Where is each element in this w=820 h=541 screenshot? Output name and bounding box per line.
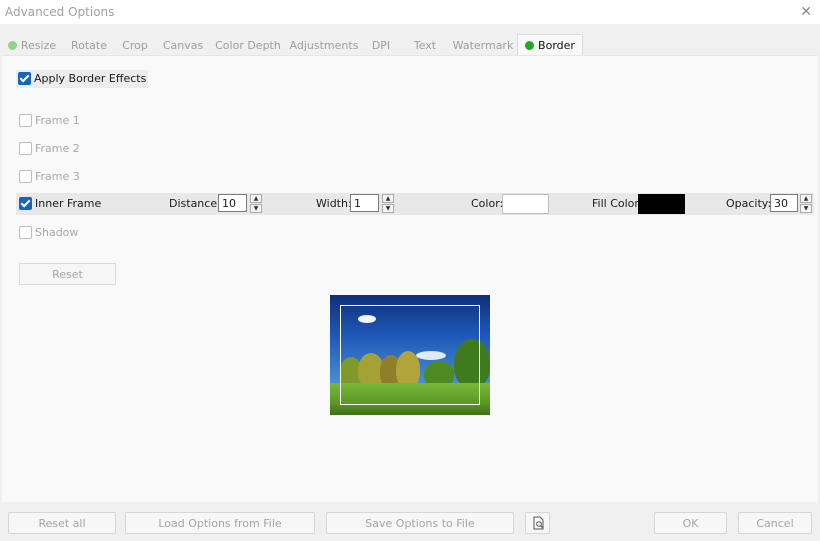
color-swatch[interactable]	[502, 194, 549, 214]
spin-up-icon[interactable]: ▲	[250, 194, 262, 203]
tab-label: DPI	[371, 39, 391, 52]
frame1-checkbox[interactable]: Frame 1	[19, 112, 80, 130]
frame2-checkbox[interactable]: Frame 2	[19, 140, 80, 158]
width-label: Width:	[316, 197, 352, 210]
inner-frame-outline	[340, 305, 480, 405]
save-options-button[interactable]: Save Options to File	[326, 512, 514, 534]
document-search-icon	[533, 516, 544, 530]
fill-color-label: Fill Color:	[592, 197, 643, 210]
tab-label: Border	[538, 39, 575, 52]
frame3-label: Frame 3	[35, 170, 80, 183]
checkbox-unchecked-icon[interactable]	[19, 170, 32, 183]
title-bar: Advanced Options ✕	[0, 0, 820, 24]
opacity-input[interactable]: 30	[770, 194, 798, 212]
spin-down-icon[interactable]: ▼	[800, 204, 812, 213]
checkbox-unchecked-icon[interactable]	[19, 114, 32, 127]
spin-down-icon[interactable]: ▼	[250, 204, 262, 213]
tab-canvas[interactable]: Canvas	[157, 35, 209, 55]
frame1-label: Frame 1	[35, 114, 80, 127]
border-preview-image	[330, 295, 490, 415]
tab-label: Resize	[20, 39, 57, 52]
frame2-label: Frame 2	[35, 142, 80, 155]
inner-frame-row: Inner Frame Distance: 10 ▲ ▼ Width: 1 ▲ …	[16, 193, 814, 215]
reset-button[interactable]: Reset	[19, 263, 116, 285]
opacity-label: Opacity:	[726, 197, 772, 210]
spin-up-icon[interactable]: ▲	[382, 194, 394, 203]
shadow-checkbox[interactable]: Shadow	[19, 224, 78, 242]
tab-crop[interactable]: Crop	[118, 35, 152, 55]
tab-label: Text	[413, 39, 437, 52]
tab-label: Watermark	[452, 39, 514, 52]
spin-up-icon[interactable]: ▲	[800, 194, 812, 203]
apply-border-checkbox[interactable]: Apply Border Effects	[16, 70, 149, 88]
shadow-label: Shadow	[35, 226, 79, 239]
status-dot-icon	[7, 41, 17, 50]
color-label: Color:	[471, 197, 504, 210]
checkbox-unchecked-icon[interactable]	[19, 142, 32, 155]
tab-adjustments[interactable]: Adjustments	[288, 35, 360, 55]
tab-dpi[interactable]: DPI	[364, 35, 398, 55]
load-options-button[interactable]: Load Options from File	[125, 512, 315, 534]
status-dot-icon	[525, 41, 535, 50]
border-panel: Apply Border Effects Frame 1 Frame 2 Fra…	[2, 55, 818, 502]
tab-border[interactable]: Border	[517, 34, 583, 56]
cancel-button[interactable]: Cancel	[738, 512, 812, 534]
tab-rotate[interactable]: Rotate	[64, 35, 114, 55]
tab-label: Color Depth	[215, 39, 281, 52]
tab-color-depth[interactable]: Color Depth	[214, 35, 282, 55]
tab-label: Crop	[122, 39, 148, 52]
apply-border-label: Apply Border Effects	[34, 72, 147, 85]
inner-frame-checkbox[interactable]: Inner Frame	[19, 195, 101, 213]
distance-input[interactable]: 10	[218, 194, 247, 212]
width-input[interactable]: 1	[350, 194, 379, 212]
ok-button[interactable]: OK	[654, 512, 727, 534]
fill-color-swatch[interactable]	[638, 194, 685, 214]
tab-resize[interactable]: Resize	[4, 35, 60, 55]
tab-text[interactable]: Text	[405, 35, 445, 55]
tab-watermark[interactable]: Watermark	[450, 35, 516, 55]
checkbox-unchecked-icon[interactable]	[19, 226, 32, 239]
window-title: Advanced Options	[5, 5, 115, 19]
preview-file-button[interactable]	[525, 512, 550, 534]
tab-label: Rotate	[70, 39, 107, 52]
checkbox-checked-icon[interactable]	[19, 197, 32, 210]
tab-label: Adjustments	[289, 39, 359, 52]
tab-label: Canvas	[162, 39, 204, 52]
distance-label: Distance:	[169, 197, 221, 210]
tab-bar: Resize Rotate Crop Canvas Color Depth Ad…	[0, 34, 820, 56]
spin-down-icon[interactable]: ▼	[382, 204, 394, 213]
frame3-checkbox[interactable]: Frame 3	[19, 168, 80, 186]
inner-frame-label: Inner Frame	[35, 197, 102, 210]
close-icon[interactable]: ✕	[800, 4, 812, 20]
checkbox-checked-icon[interactable]	[18, 72, 31, 85]
reset-all-button[interactable]: Reset all	[8, 512, 116, 534]
